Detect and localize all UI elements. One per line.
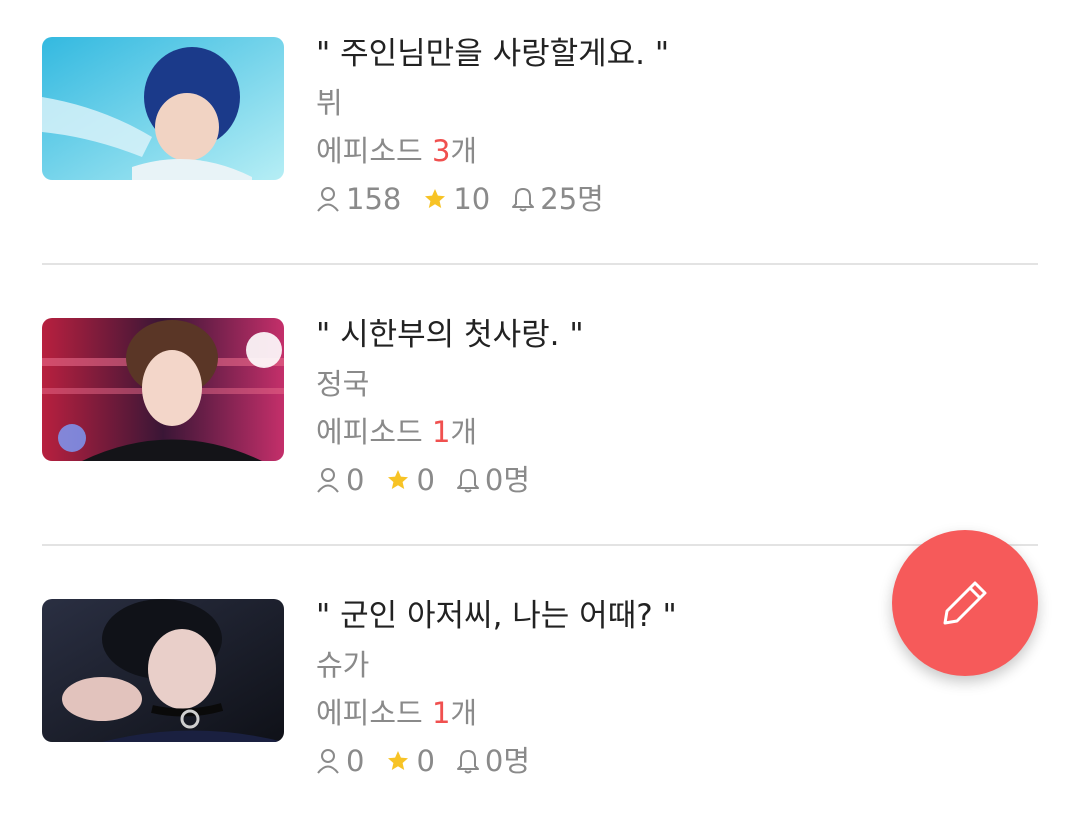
views-stat: 158 [316,181,401,217]
episode-label: 에피소드 [316,134,432,168]
story-author: 뷔 [316,86,343,120]
stars-count: 0 [416,463,435,497]
subscribers-stat: 0명 [456,743,531,779]
bell-icon [512,188,535,212]
episode-unit: 개 [450,415,478,449]
star-icon [388,470,409,489]
stars-stat: 0 [386,462,435,498]
story-title[interactable]: " 시한부의 첫사랑. " [316,316,1016,354]
views-count: 158 [346,182,402,216]
person-icon [317,468,339,493]
story-stats: 158 10 25명 [316,181,1016,217]
divider [42,544,1038,546]
pencil-icon [943,581,987,625]
episode-count: 에피소드 1개 [316,695,1016,731]
views-stat: 0 [316,743,364,779]
subscribers-stat: 0명 [456,462,531,498]
stars-count: 10 [453,182,491,216]
stars-stat: 0 [386,743,435,779]
episode-count: 에피소드 1개 [316,414,1016,450]
episode-label: 에피소드 [316,415,432,449]
story-thumbnail[interactable] [42,37,284,180]
episode-number: 1 [431,696,451,730]
subscribers-count: 0명 [484,744,531,778]
stars-stat: 10 [423,181,490,217]
views-count: 0 [346,744,365,778]
episode-count: 에피소드 3개 [316,133,1016,169]
episode-number: 3 [431,134,451,168]
views-stat: 0 [316,462,364,498]
star-icon [425,189,446,208]
episode-unit: 개 [450,696,478,730]
story-author: 정국 [316,367,370,401]
bell-icon [456,750,479,774]
person-icon [317,749,339,774]
stars-count: 0 [416,744,435,778]
subscribers-count: 25명 [540,182,604,216]
bell-icon [456,469,479,493]
divider [42,263,1038,265]
episode-unit: 개 [450,134,478,168]
story-info: " 시한부의 첫사랑. " 정국 에피소드 1개 0 0 0명 [316,316,1016,498]
story-item[interactable]: " 군인 아저씨, 나는 어때? " 슈가 에피소드 1개 0 0 0명 [42,598,1038,819]
story-stats: 0 0 0명 [316,462,1016,498]
story-thumbnail[interactable] [42,599,284,742]
story-title[interactable]: " 주인님만을 사랑할게요. " [316,35,1016,73]
episode-label: 에피소드 [316,696,432,730]
story-stats: 0 0 0명 [316,743,1016,779]
story-info: " 주인님만을 사랑할게요. " 뷔 에피소드 3개 158 10 25명 [316,35,1016,217]
person-icon [317,187,339,212]
write-story-button[interactable] [892,530,1038,676]
subscribers-stat: 25명 [512,181,604,217]
story-item[interactable]: " 주인님만을 사랑할게요. " 뷔 에피소드 3개 158 10 25명 [42,35,1038,257]
star-icon [388,751,409,770]
subscribers-count: 0명 [484,463,531,497]
story-item[interactable]: " 시한부의 첫사랑. " 정국 에피소드 1개 0 0 0명 [42,316,1038,538]
episode-number: 1 [431,415,451,449]
views-count: 0 [346,463,365,497]
story-thumbnail[interactable] [42,318,284,461]
